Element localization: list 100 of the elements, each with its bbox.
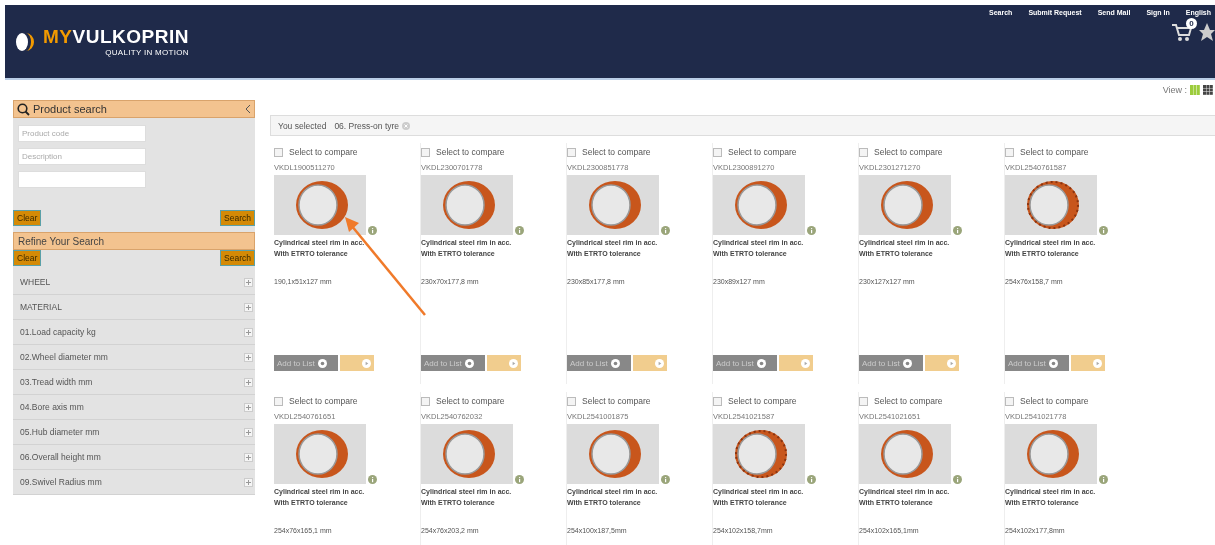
play-icon [1093,358,1102,368]
go-button[interactable] [340,355,374,371]
compare-label[interactable]: Select to compare [728,147,797,157]
compare-label[interactable]: Select to compare [582,147,651,157]
panel-title: Product search [33,103,108,115]
expand-button[interactable] [244,427,253,437]
search-button[interactable]: Search [220,210,255,226]
star-icon[interactable] [1199,22,1215,42]
refine-search-header: Refine Your Search [13,232,255,250]
info-icon[interactable] [807,475,816,484]
expand-button[interactable] [244,352,253,362]
view-label: View : [1162,85,1187,95]
go-button[interactable] [779,355,813,371]
info-icon[interactable] [661,226,670,235]
tyre-photo[interactable] [421,424,513,484]
compare-label[interactable]: Select to compare [436,396,505,406]
tyre-photo[interactable] [1005,424,1097,484]
expand-button[interactable] [244,452,253,462]
star-circle-icon [756,358,766,368]
expand-button[interactable] [244,327,253,337]
tyre-photo[interactable] [274,175,366,235]
collapse-chevron-icon[interactable] [245,104,251,114]
info-icon[interactable] [807,226,816,235]
info-icon[interactable] [1099,226,1108,235]
filter-label[interactable]: MATERIAL [20,302,62,312]
star-circle-icon [1048,358,1058,368]
compare-label[interactable]: Select to compare [289,147,358,157]
go-button[interactable] [925,355,959,371]
clear-button[interactable]: Clear [13,250,42,266]
compare-checkbox[interactable] [713,396,722,406]
selection-label: You selected [278,120,327,131]
tyre-photo[interactable] [1005,175,1097,235]
compare-checkbox[interactable] [274,147,283,157]
compare-label[interactable]: Select to compare [1020,396,1089,406]
compare-label[interactable]: Select to compare [1020,147,1089,157]
filter-label[interactable]: 04.Bore axis mm [20,402,84,412]
play-icon [655,358,664,368]
tyre-photo[interactable] [274,424,366,484]
go-button[interactable] [1071,355,1105,371]
expand-button[interactable] [244,302,253,312]
search-button[interactable]: Search [220,250,255,266]
tyre-photo[interactable] [859,424,951,484]
compare-checkbox[interactable] [421,147,430,157]
filter-label[interactable]: 02.Wheel diameter mm [20,352,108,362]
filter-label[interactable]: WHEEL [20,277,51,287]
star-circle-icon [610,358,620,368]
play-icon [801,358,810,368]
tyre-photo[interactable] [713,424,805,484]
grid-view-icon[interactable] [1203,85,1213,95]
info-icon[interactable] [368,475,377,484]
compare-checkbox[interactable] [1005,147,1014,157]
clear-button[interactable]: Clear [13,210,42,226]
expand-button[interactable] [244,277,253,287]
tyre-photo[interactable] [713,175,805,235]
compare-checkbox[interactable] [859,147,868,157]
expand-button[interactable] [244,402,253,412]
info-icon[interactable] [661,475,670,484]
info-icon[interactable] [515,475,524,484]
info-icon[interactable] [1099,475,1108,484]
filter-label[interactable]: 06.Overall height mm [20,452,101,462]
compare-checkbox[interactable] [274,396,283,406]
brand-tagline: QUALITY IN MOTION [105,48,189,57]
filter-label[interactable]: 01.Load capacity kg [20,327,96,337]
brand-name: MYVULKOPRIN [43,26,189,48]
compare-label[interactable]: Select to compare [289,396,358,406]
info-icon[interactable] [953,475,962,484]
info-icon[interactable] [953,226,962,235]
compare-label[interactable]: Select to compare [436,147,505,157]
selected-filter: 06. Press-on tyre [334,120,400,131]
input-field[interactable] [18,171,146,188]
compare-checkbox[interactable] [713,147,722,157]
compare-label[interactable]: Select to compare [582,396,651,406]
expand-button[interactable] [244,377,253,387]
remove-icon[interactable] [402,121,411,130]
go-button[interactable] [487,355,521,371]
filter-label[interactable]: 09.Swivel Radius mm [20,477,102,487]
compare-checkbox[interactable] [567,396,576,406]
go-button[interactable] [633,355,667,371]
compare-label[interactable]: Select to compare [728,396,797,406]
filter-label[interactable]: 05.Hub diameter mm [20,427,100,437]
info-icon[interactable] [368,226,377,235]
compare-checkbox[interactable] [1005,396,1014,406]
tyre-photo[interactable] [567,424,659,484]
logo-icon [13,30,37,53]
tyre-photo[interactable] [859,175,951,235]
expand-button[interactable] [244,477,253,487]
compare-checkbox[interactable] [567,147,576,157]
input-field[interactable]: Description [18,148,146,165]
play-icon [509,358,518,368]
tyre-photo[interactable] [567,175,659,235]
filter-label[interactable]: 03.Tread width mm [20,377,93,387]
compare-label[interactable]: Select to compare [874,147,943,157]
compare-checkbox[interactable] [859,396,868,406]
compare-label[interactable]: Select to compare [874,396,943,406]
star-circle-icon [464,358,474,368]
star-circle-icon [902,358,912,368]
tyre-photo[interactable] [421,175,513,235]
info-icon[interactable] [515,226,524,235]
input-field[interactable]: Product code [18,125,146,142]
compare-checkbox[interactable] [421,396,430,406]
